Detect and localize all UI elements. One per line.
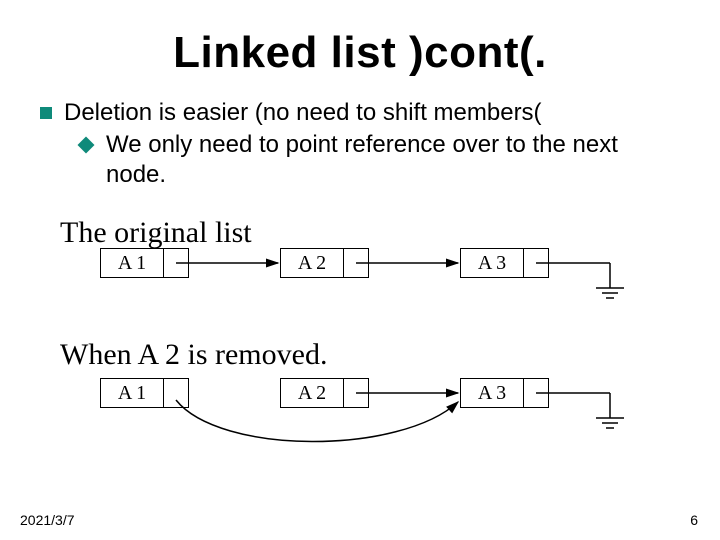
bullet-area: Deletion is easier (no need to shift mem… [40,98,680,190]
bullet-1-text: Deletion is easier (no need to shift mem… [64,98,542,128]
node-a2-row1: A 2 [280,248,369,278]
bullet-2-text: We only need to point reference over to … [106,130,680,190]
node-a3-row1-label: A 3 [461,249,524,277]
diamond-bullet-icon [78,137,95,154]
bullet-level-1: Deletion is easier (no need to shift mem… [40,98,680,128]
subheading-removed: When A 2 is removed. [60,338,327,372]
bullet-level-2: We only need to point reference over to … [80,130,680,190]
node-a1-row1: A 1 [100,248,189,278]
node-a1-row2: A 1 [100,378,189,408]
node-a3-row2: A 3 [460,378,549,408]
node-a2-row2-pointer [344,379,368,407]
slide-title: Linked list )cont(. [0,28,720,78]
node-a1-row1-pointer [164,249,188,277]
node-a3-row1: A 3 [460,248,549,278]
node-a2-row1-pointer [344,249,368,277]
node-a3-row2-label: A 3 [461,379,524,407]
node-a1-row2-pointer [164,379,188,407]
slide-number: 6 [690,512,698,528]
node-a1-row2-label: A 1 [101,379,164,407]
node-a2-row1-label: A 2 [281,249,344,277]
node-a2-row2: A 2 [280,378,369,408]
slide-date: 2021/3/7 [20,512,75,528]
node-a2-row2-label: A 2 [281,379,344,407]
node-a3-row2-pointer [524,379,548,407]
slide: Linked list )cont(. Deletion is easier (… [0,0,720,540]
square-bullet-icon [40,107,52,119]
node-a3-row1-pointer [524,249,548,277]
node-a1-row1-label: A 1 [101,249,164,277]
subheading-original-list: The original list [60,216,252,250]
